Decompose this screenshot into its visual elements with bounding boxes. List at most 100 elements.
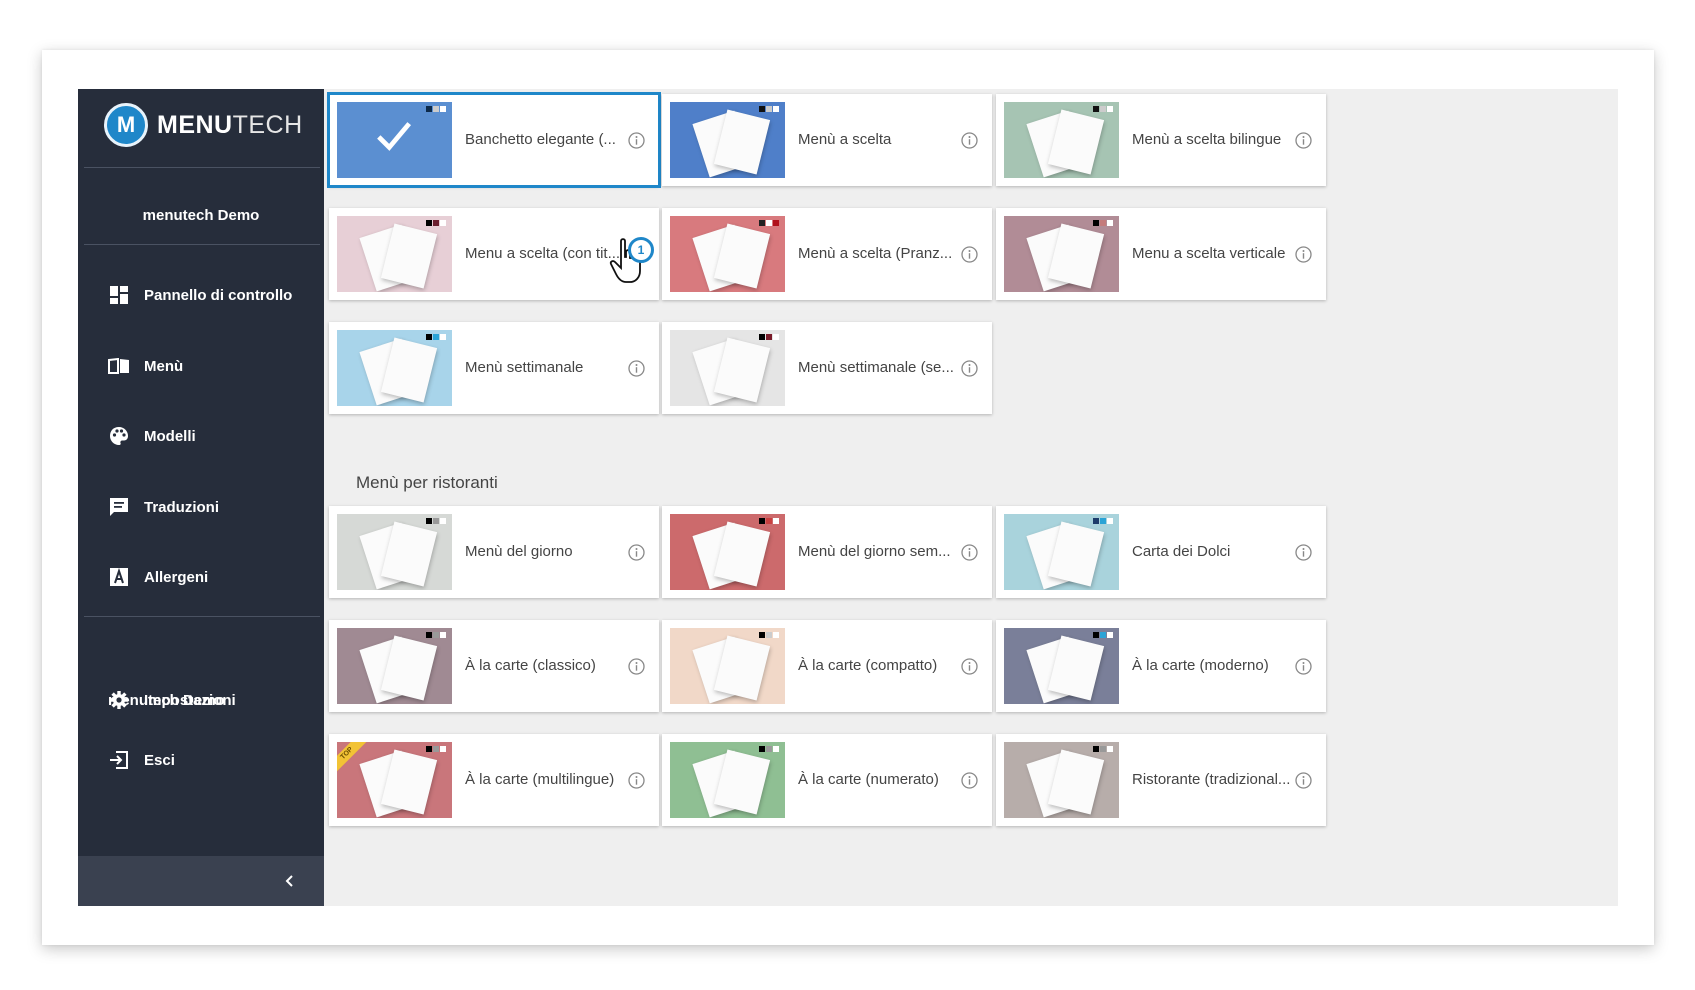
- info-icon[interactable]: [961, 360, 978, 377]
- template-title: Menù a scelta (Pranz...: [798, 245, 953, 262]
- sidebar-item-translations[interactable]: Traduzioni: [108, 493, 219, 521]
- sidebar-item-dashboard[interactable]: Pannello di controllo: [108, 281, 292, 309]
- template-thumbnail: [1004, 514, 1119, 590]
- template-card[interactable]: Menù settimanale: [329, 322, 659, 414]
- logo[interactable]: M MENUTECH: [104, 101, 303, 149]
- allergen-icon: [108, 566, 130, 588]
- template-card[interactable]: Carta dei Dolci: [996, 506, 1326, 598]
- color-swatch: [1093, 746, 1113, 752]
- template-title: À la carte (multilingue): [465, 771, 615, 788]
- color-swatch: [426, 334, 446, 340]
- template-title: Menù a scelta bilingue: [1132, 131, 1282, 148]
- template-thumbnail: [337, 216, 452, 292]
- step-badge: 1: [628, 237, 654, 263]
- info-icon[interactable]: [628, 132, 645, 149]
- sidebar-item-allergens[interactable]: Allergeni: [108, 563, 208, 591]
- account-name: menutech Demo: [142, 207, 260, 224]
- info-icon[interactable]: [1295, 658, 1312, 675]
- info-icon[interactable]: [628, 658, 645, 675]
- sidebar-item-templates[interactable]: Modelli: [108, 422, 196, 450]
- sidebar-item-label: Modelli: [144, 427, 196, 445]
- template-card[interactable]: Banchetto elegante (...: [327, 92, 661, 188]
- color-swatch: [759, 334, 779, 340]
- template-thumbnail: [670, 102, 785, 178]
- color-swatch: [426, 746, 446, 752]
- template-card[interactable]: Menù settimanale (se...: [662, 322, 992, 414]
- template-title: À la carte (numerato): [798, 771, 939, 788]
- template-thumbnail: [1004, 742, 1119, 818]
- info-icon[interactable]: [961, 658, 978, 675]
- dashboard-icon: [108, 284, 130, 306]
- template-thumbnail: [670, 628, 785, 704]
- checkmark-icon: [377, 122, 412, 151]
- template-thumbnail: [1004, 628, 1119, 704]
- template-thumbnail: [670, 514, 785, 590]
- template-thumbnail: [670, 216, 785, 292]
- sidebar-item-label: Impostazioni: [144, 691, 236, 709]
- sidebar-item-label: Menù: [144, 357, 184, 375]
- template-title: À la carte (classico): [465, 657, 596, 674]
- template-thumbnail: TOP: [337, 742, 452, 818]
- color-swatch: [1093, 518, 1113, 524]
- template-thumbnail: [670, 330, 785, 406]
- template-card[interactable]: Menu a scelta verticale: [996, 208, 1326, 300]
- info-icon[interactable]: [628, 544, 645, 561]
- color-swatch: [426, 632, 446, 638]
- info-icon[interactable]: [961, 544, 978, 561]
- info-icon[interactable]: [628, 360, 645, 377]
- info-icon[interactable]: [961, 772, 978, 789]
- info-icon[interactable]: [1295, 132, 1312, 149]
- color-swatch: [1093, 632, 1113, 638]
- template-card[interactable]: Menù a scelta (Pranz...: [662, 208, 992, 300]
- template-title: Menù settimanale (se...: [798, 359, 954, 376]
- color-swatch: [759, 106, 779, 112]
- template-thumbnail: [1004, 102, 1119, 178]
- sidebar-item-menu[interactable]: Menù: [108, 352, 183, 380]
- template-title: Menu a scelta verticale: [1132, 245, 1286, 262]
- sidebar-item-logout[interactable]: Esci: [108, 746, 175, 774]
- info-icon[interactable]: [1295, 246, 1312, 263]
- sidebar-item-label: Pannello di controllo: [144, 286, 293, 304]
- logo-mark-icon: M: [104, 103, 148, 147]
- template-title: Banchetto elegante (...: [465, 131, 616, 148]
- color-swatch: [759, 746, 779, 752]
- info-icon[interactable]: [961, 246, 978, 263]
- template-thumbnail: [670, 742, 785, 818]
- info-icon[interactable]: [1295, 772, 1312, 789]
- template-card[interactable]: À la carte (classico): [329, 620, 659, 712]
- template-card[interactable]: Menù del giorno sem...: [662, 506, 992, 598]
- template-card[interactable]: Menù a scelta bilingue: [996, 94, 1326, 186]
- template-title: Menù a scelta: [798, 131, 892, 148]
- template-title: Menù del giorno: [465, 543, 573, 560]
- sidebar-item-label: Esci: [144, 751, 175, 769]
- color-swatch: [426, 106, 446, 112]
- brand-name: MENUTECH: [157, 110, 303, 139]
- info-icon[interactable]: [628, 772, 645, 789]
- template-title: Menù settimanale: [465, 359, 584, 376]
- logout-icon: [108, 749, 130, 771]
- template-title: À la carte (compatto): [798, 657, 938, 674]
- template-card[interactable]: Menù del giorno: [329, 506, 659, 598]
- color-swatch: [759, 632, 779, 638]
- info-icon[interactable]: [1295, 544, 1312, 561]
- divider: [84, 616, 320, 617]
- color-swatch: [759, 220, 779, 226]
- template-card[interactable]: Ristorante (tradizional...: [996, 734, 1326, 826]
- sidebar: M MENUTECH menutech Demo Pannello di con…: [78, 89, 324, 906]
- info-icon[interactable]: [961, 132, 978, 149]
- section-title-restaurant: Menù per ristoranti: [356, 473, 498, 492]
- template-card[interactable]: TOP À la carte (multilingue): [329, 734, 659, 826]
- color-swatch: [1093, 106, 1113, 112]
- palette-icon: [108, 425, 130, 447]
- template-thumbnail: [337, 514, 452, 590]
- sidebar-item-settings[interactable]: Impostazioni: [108, 686, 236, 714]
- color-swatch: [759, 518, 779, 524]
- template-card[interactable]: Menù a scelta: [662, 94, 992, 186]
- color-swatch: [426, 518, 446, 524]
- template-card[interactable]: À la carte (moderno): [996, 620, 1326, 712]
- chevron-left-icon: [285, 875, 293, 887]
- collapse-sidebar-button[interactable]: [78, 856, 324, 906]
- template-card[interactable]: À la carte (numerato): [662, 734, 992, 826]
- book-icon: [108, 355, 130, 377]
- template-card[interactable]: À la carte (compatto): [662, 620, 992, 712]
